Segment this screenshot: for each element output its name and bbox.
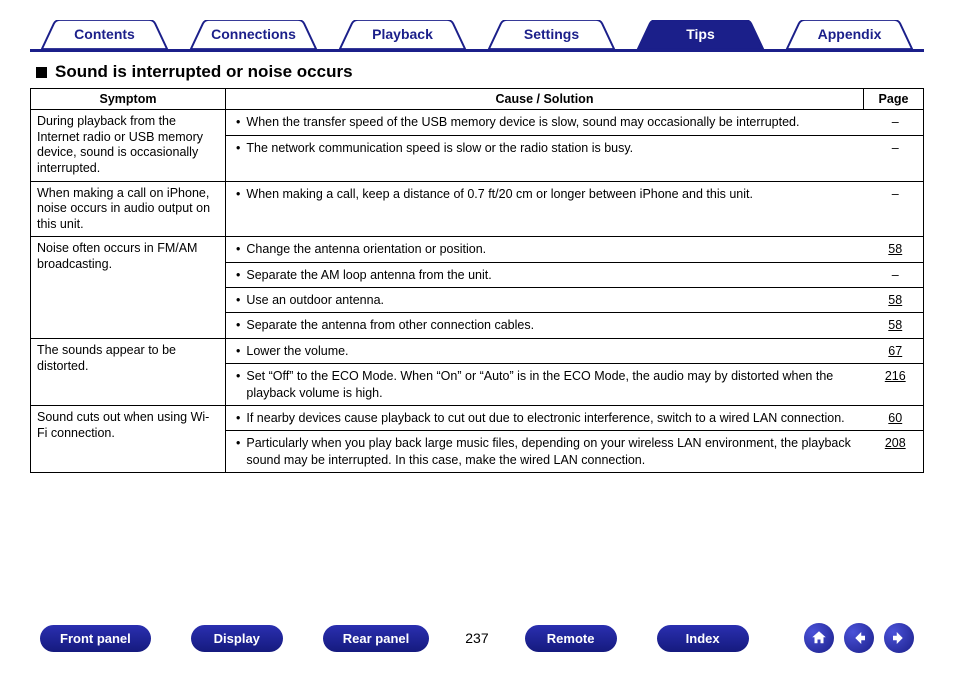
table-row: When making a call on iPhone, noise occu… [31, 181, 924, 237]
th-symptom: Symptom [31, 89, 226, 110]
solution-text: If nearby devices cause playback to cut … [226, 406, 864, 431]
index-button[interactable]: Index [657, 625, 749, 652]
th-solution: Cause / Solution [226, 89, 864, 110]
symptom-cell: The sounds appear to be distorted. [31, 338, 226, 405]
table-row: Noise often occurs in FM/AM broadcasting… [31, 237, 924, 339]
page-ref-none: – [864, 182, 924, 206]
page-ref-none: – [864, 110, 924, 135]
tab-tips[interactable]: Tips [626, 20, 775, 49]
page-cell: – [864, 181, 924, 237]
page-number: 237 [457, 630, 496, 646]
next-page-icon[interactable] [884, 623, 914, 653]
symptom-cell: During playback from the Internet radio … [31, 110, 226, 182]
tab-connections[interactable]: Connections [179, 20, 328, 49]
page-ref-link[interactable]: 208 [885, 436, 906, 450]
solution-text: Set “Off” to the ECO Mode. When “On” or … [226, 364, 864, 405]
tab-label: Contents [74, 26, 135, 42]
section-title: Sound is interrupted or noise occurs [55, 62, 353, 82]
solution-cell: Change the antenna orientation or positi… [226, 237, 864, 339]
page-ref-none: – [864, 135, 924, 160]
rear-panel-button[interactable]: Rear panel [323, 625, 429, 652]
solution-text: Particularly when you play back large mu… [226, 431, 864, 472]
section-heading: Sound is interrupted or noise occurs [36, 62, 924, 82]
solution-text: Separate the antenna from other connecti… [226, 313, 864, 338]
tab-settings[interactable]: Settings [477, 20, 626, 49]
solution-cell: When making a call, keep a distance of 0… [226, 181, 864, 237]
page-ref-link[interactable]: 67 [888, 344, 902, 358]
top-tab-bar: Contents Connections Playback Settings Tips A… [30, 20, 924, 52]
page-ref-none: – [864, 262, 924, 287]
symptom-cell: Sound cuts out when using Wi-Fi connecti… [31, 405, 226, 472]
tab-contents[interactable]: Contents [30, 20, 179, 49]
solution-cell: If nearby devices cause playback to cut … [226, 405, 864, 472]
tab-playback[interactable]: Playback [328, 20, 477, 49]
front-panel-button[interactable]: Front panel [40, 625, 151, 652]
solution-text: The network communication speed is slow … [226, 135, 864, 160]
solution-text: Lower the volume. [226, 339, 864, 364]
tab-appendix[interactable]: Appendix [775, 20, 924, 49]
solution-text: When making a call, keep a distance of 0… [226, 182, 864, 206]
table-row: Sound cuts out when using Wi-Fi connecti… [31, 405, 924, 472]
page-ref-link[interactable]: 58 [888, 318, 902, 332]
page-ref-link[interactable]: 60 [888, 411, 902, 425]
prev-page-icon[interactable] [844, 623, 874, 653]
tab-label: Appendix [818, 26, 882, 42]
page-cell: 67 216 [864, 338, 924, 405]
page-cell: –– [864, 110, 924, 182]
tab-label: Tips [686, 26, 715, 42]
th-page: Page [864, 89, 924, 110]
solution-text: Separate the AM loop antenna from the un… [226, 262, 864, 287]
home-icon[interactable] [804, 623, 834, 653]
table-row: The sounds appear to be distorted.Lower … [31, 338, 924, 405]
display-button[interactable]: Display [191, 625, 283, 652]
solution-cell: When the transfer speed of the USB memor… [226, 110, 864, 182]
symptom-cell: When making a call on iPhone, noise occu… [31, 181, 226, 237]
symptom-cell: Noise often occurs in FM/AM broadcasting… [31, 237, 226, 339]
page-ref-link[interactable]: 58 [888, 293, 902, 307]
tab-label: Settings [524, 26, 579, 42]
tab-label: Connections [211, 26, 296, 42]
tab-label: Playback [372, 26, 433, 42]
page-ref-link[interactable]: 216 [885, 369, 906, 383]
solution-cell: Lower the volume.Set “Off” to the ECO Mo… [226, 338, 864, 405]
troubleshooting-table: Symptom Cause / Solution Page During pla… [30, 88, 924, 473]
square-icon [36, 67, 47, 78]
solution-text: Use an outdoor antenna. [226, 288, 864, 313]
table-row: During playback from the Internet radio … [31, 110, 924, 182]
bottom-bar: Front panel Display Rear panel 237 Remote I… [0, 623, 954, 653]
solution-text: Change the antenna orientation or positi… [226, 237, 864, 262]
page-cell: 60 208 [864, 405, 924, 472]
solution-text: When the transfer speed of the USB memor… [226, 110, 864, 135]
remote-button[interactable]: Remote [525, 625, 617, 652]
page-cell: 58 – 58 58 [864, 237, 924, 339]
page-ref-link[interactable]: 58 [888, 242, 902, 256]
